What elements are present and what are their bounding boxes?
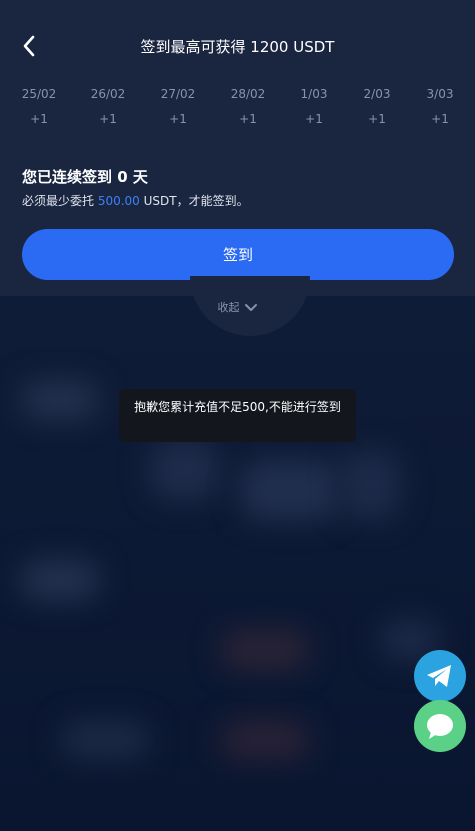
day-date: 28/02 (230, 87, 266, 101)
day-reward: +1 (239, 112, 257, 126)
sign-in-sheet: 签到最高可获得 1200 USDT 25/02 +1 26/02 +1 27/0… (0, 0, 475, 296)
day-item: 25/02 +1 (4, 84, 74, 130)
day-date: 27/02 (160, 87, 196, 101)
requirement-suffix: USDT，才能签到。 (139, 194, 249, 208)
bg-blob (240, 460, 340, 520)
day-item: 3/03 +1 (405, 84, 475, 130)
bg-blob (150, 440, 220, 500)
chat-bubble-icon (427, 714, 453, 739)
requirement-amount: 500.00 (97, 194, 140, 208)
day-date: 26/02 (90, 87, 126, 101)
page-title: 签到最高可获得 1200 USDT (140, 38, 335, 56)
requirement-text: 必须最少委托 500.00 USDT，才能签到。 (22, 192, 249, 209)
bg-blob (220, 630, 310, 670)
toast-message: 抱歉您累计充值不足500,不能进行签到 (119, 389, 356, 442)
day-date: 25/02 (21, 87, 57, 101)
day-item: 28/02 +1 (213, 84, 283, 130)
collapse-toggle[interactable]: 收起 (0, 299, 475, 315)
bg-blob (20, 380, 100, 420)
telegram-button[interactable] (414, 650, 466, 702)
day-reward: +1 (169, 112, 187, 126)
chat-button[interactable] (414, 700, 466, 752)
bg-blob (340, 450, 400, 520)
header: 签到最高可获得 1200 USDT (0, 28, 475, 64)
day-reward: +1 (431, 112, 449, 126)
bg-blob (220, 720, 310, 760)
day-date: 2/03 (363, 87, 391, 101)
day-reward: +1 (305, 112, 323, 126)
bg-blob (20, 560, 100, 600)
bg-blob (60, 720, 150, 760)
chevron-down-icon (244, 304, 257, 311)
day-item: 2/03 +1 (342, 84, 412, 130)
day-date: 1/03 (300, 87, 328, 101)
day-reward: +1 (99, 112, 117, 126)
telegram-icon (427, 665, 451, 687)
day-date: 3/03 (426, 87, 454, 101)
day-item: 1/03 +1 (279, 84, 349, 130)
sign-in-button[interactable]: 签到 (22, 229, 454, 280)
day-item: 27/02 +1 (143, 84, 213, 130)
day-item: 26/02 +1 (73, 84, 143, 130)
streak-text: 您已连续签到 0 天 (22, 168, 148, 186)
day-reward: +1 (368, 112, 386, 126)
requirement-prefix: 必须最少委托 (22, 194, 98, 208)
sign-in-calendar: 25/02 +1 26/02 +1 27/02 +1 28/02 +1 1/03… (0, 84, 475, 134)
collapse-label: 收起 (217, 301, 240, 314)
day-reward: +1 (30, 112, 48, 126)
